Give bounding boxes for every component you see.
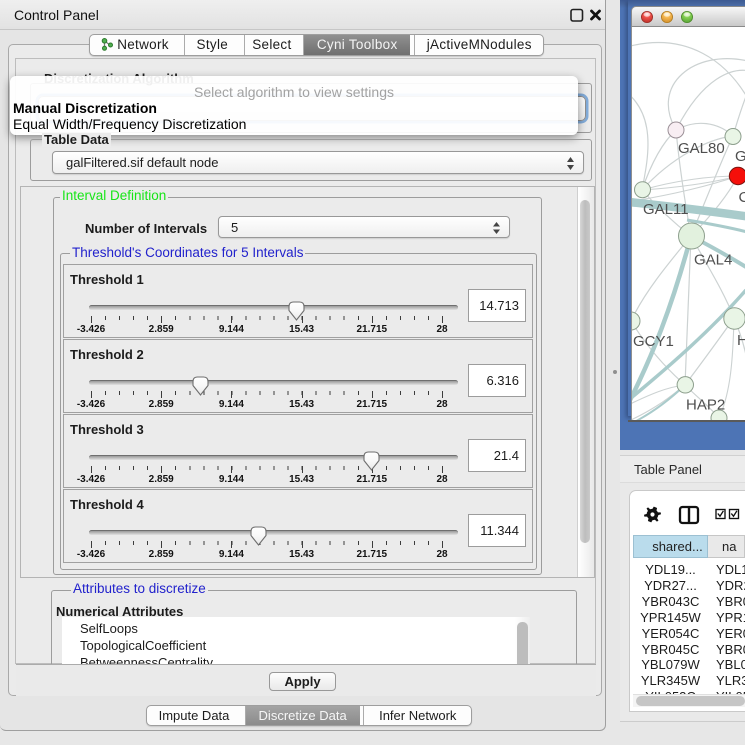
svg-text:GAL80: GAL80: [678, 140, 725, 157]
svg-text:GAL4: GAL4: [694, 252, 732, 269]
svg-text:C: C: [739, 189, 745, 206]
svg-text:GA: GA: [735, 148, 745, 165]
svg-text:GAL11: GAL11: [643, 201, 689, 218]
svg-text:HAP2: HAP2: [686, 397, 725, 414]
svg-text:GCY1: GCY1: [633, 333, 674, 350]
svg-text:H: H: [737, 332, 745, 349]
